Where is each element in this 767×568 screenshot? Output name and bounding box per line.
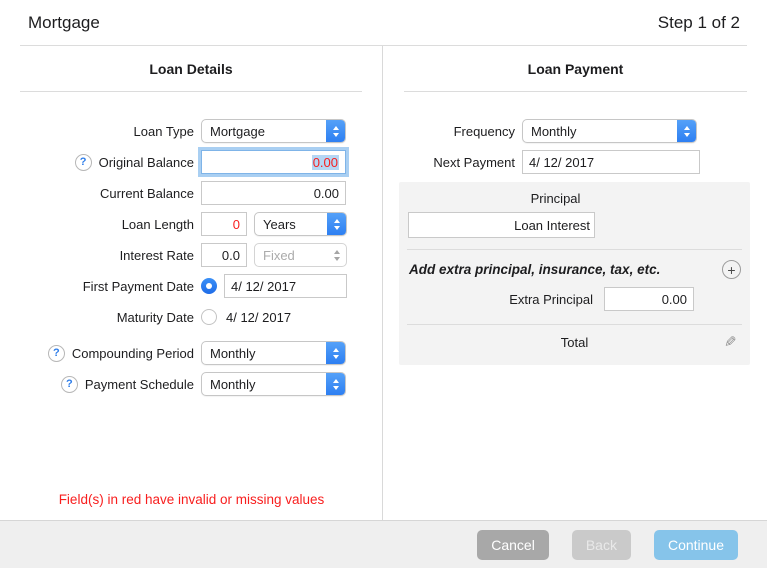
total-row: Total ✎ (399, 325, 750, 355)
payment-schedule-row: ? Payment Schedule Monthly (0, 372, 382, 396)
dialog-header: Mortgage Step 1 of 2 (0, 0, 767, 45)
maturity-date-row: Maturity Date 4/ 12/ 2017 (0, 305, 382, 329)
interest-rate-label: Interest Rate (120, 248, 194, 263)
payment-schedule-value: Monthly (202, 373, 326, 395)
next-payment-label: Next Payment (433, 155, 515, 170)
frequency-row: Frequency Monthly (384, 119, 767, 143)
loan-payment-panel: Loan Payment Frequency Monthly Next Paym… (384, 46, 767, 520)
compounding-period-select[interactable]: Monthly (201, 341, 346, 365)
original-balance-input[interactable]: 0.00 (201, 150, 346, 174)
current-balance-input[interactable]: 0.00 (201, 181, 346, 205)
dialog-footer: Cancel Back Continue (0, 520, 767, 568)
extra-principal-label: Extra Principal (509, 292, 593, 307)
compounding-period-row: ? Compounding Period Monthly (0, 341, 382, 365)
chevron-up-down-icon (326, 342, 345, 364)
payment-breakdown-panel: Principal Loan Interest Add extra princi… (399, 182, 750, 365)
loan-type-row: Loan Type Mortgage (0, 119, 382, 143)
continue-button[interactable]: Continue (654, 530, 738, 560)
chevron-up-down-icon (326, 373, 345, 395)
total-label: Total (561, 335, 588, 350)
loan-details-heading: Loan Details (0, 46, 382, 91)
principal-label: Principal (399, 191, 750, 210)
compounding-period-label: Compounding Period (72, 346, 194, 361)
loan-length-unit-select[interactable]: Years (254, 212, 347, 236)
maturity-date-label: Maturity Date (117, 310, 194, 325)
rate-type-value: Fixed (255, 244, 327, 266)
loan-details-panel: Loan Details Loan Type Mortgage ? Origin… (0, 46, 383, 520)
first-payment-date-row: First Payment Date 4/ 12/ 2017 (0, 274, 382, 298)
page-title: Mortgage (28, 13, 100, 33)
frequency-select[interactable]: Monthly (522, 119, 697, 143)
help-icon[interactable]: ? (75, 154, 92, 171)
current-balance-label: Current Balance (100, 186, 194, 201)
loan-interest-value: Loan Interest (514, 218, 590, 233)
frequency-value: Monthly (523, 120, 677, 142)
loan-type-value: Mortgage (202, 120, 326, 142)
add-extra-row: Add extra principal, insurance, tax, etc… (399, 250, 750, 279)
chevron-up-down-icon (327, 244, 346, 266)
current-balance-value: 0.00 (314, 186, 339, 201)
help-icon[interactable]: ? (61, 376, 78, 393)
original-balance-row: ? Original Balance 0.00 (0, 150, 382, 174)
payment-schedule-select[interactable]: Monthly (201, 372, 346, 396)
loan-length-label: Loan Length (122, 217, 194, 232)
interest-rate-input[interactable]: 0.0 (201, 243, 247, 267)
step-indicator: Step 1 of 2 (658, 13, 740, 33)
cancel-button[interactable]: Cancel (477, 530, 549, 560)
extra-principal-value: 0.00 (662, 292, 687, 307)
chevron-up-down-icon (327, 213, 346, 235)
maturity-date-value: 4/ 12/ 2017 (224, 310, 291, 325)
extra-principal-input[interactable]: 0.00 (604, 287, 694, 311)
current-balance-row: Current Balance 0.00 (0, 181, 382, 205)
compounding-period-value: Monthly (202, 342, 326, 364)
frequency-label: Frequency (454, 124, 515, 139)
loan-length-value: 0 (233, 217, 240, 232)
chevron-up-down-icon (677, 120, 696, 142)
loan-length-row: Loan Length 0 Years (0, 212, 382, 236)
maturity-date-radio[interactable] (201, 309, 217, 325)
extra-principal-row: Extra Principal 0.00 (399, 287, 750, 311)
add-icon[interactable]: + (722, 260, 741, 279)
loan-type-label: Loan Type (134, 124, 194, 139)
mortgage-setup-dialog: Mortgage Step 1 of 2 Loan Details Loan T… (0, 0, 767, 568)
first-payment-date-value: 4/ 12/ 2017 (231, 279, 296, 294)
first-payment-date-input[interactable]: 4/ 12/ 2017 (224, 274, 347, 298)
loan-interest-field[interactable]: Loan Interest (408, 212, 595, 238)
edit-pencil-icon[interactable]: ✎ (724, 333, 737, 351)
loan-length-input[interactable]: 0 (201, 212, 247, 236)
loan-payment-heading: Loan Payment (384, 46, 767, 91)
chevron-up-down-icon (326, 120, 345, 142)
interest-rate-value: 0.0 (222, 248, 240, 263)
first-payment-date-label: First Payment Date (83, 279, 194, 294)
original-balance-label: Original Balance (99, 155, 194, 170)
loan-length-unit-value: Years (255, 213, 327, 235)
original-balance-value: 0.00 (312, 155, 339, 170)
interest-rate-row: Interest Rate 0.0 Fixed (0, 243, 382, 267)
next-payment-row: Next Payment 4/ 12/ 2017 (384, 150, 767, 174)
add-extra-note: Add extra principal, insurance, tax, etc… (409, 262, 660, 277)
loan-type-select[interactable]: Mortgage (201, 119, 346, 143)
rate-type-select: Fixed (254, 243, 347, 267)
back-button[interactable]: Back (572, 530, 631, 560)
next-payment-input[interactable]: 4/ 12/ 2017 (522, 150, 700, 174)
help-icon[interactable]: ? (48, 345, 65, 362)
validation-error-message: Field(s) in red have invalid or missing … (0, 492, 383, 507)
first-payment-date-radio[interactable] (201, 278, 217, 294)
next-payment-value: 4/ 12/ 2017 (529, 155, 594, 170)
payment-schedule-label: Payment Schedule (85, 377, 194, 392)
